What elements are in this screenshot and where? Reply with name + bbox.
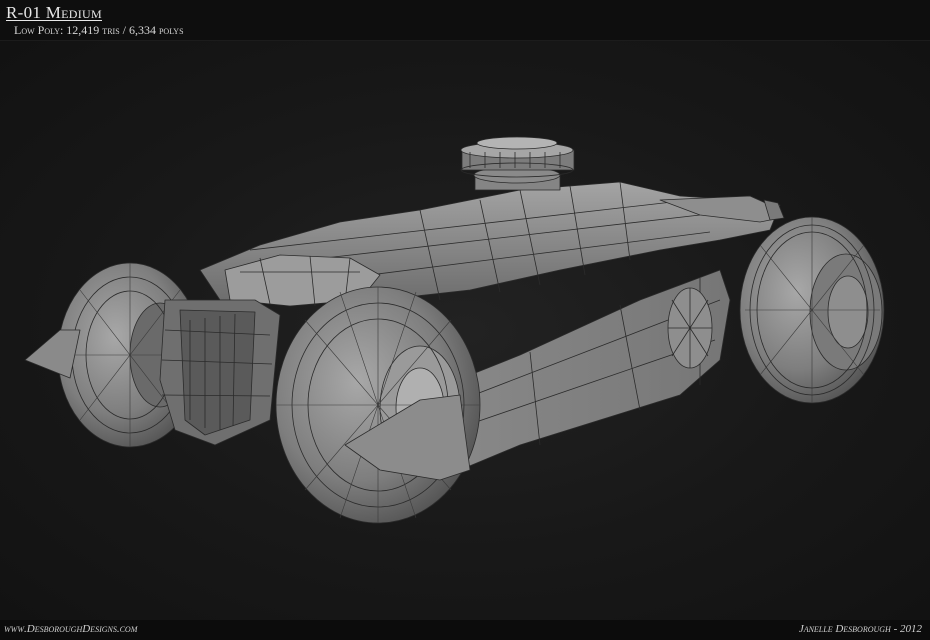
credit-label: Janelle Desborough - 2012 [798,623,922,635]
vehicle-wireframe-render [24,136,885,524]
rear-hub [667,287,713,369]
front-nose [24,329,81,379]
poly-count-label: Low Poly: 12,419 tris / 6,334 polys [14,23,184,37]
footer-bar: www.DesboroughDesigns.com Janelle Desbor… [0,620,930,640]
model-title: R-01 Medium [6,3,102,22]
website-label: www.DesboroughDesigns.com [4,623,138,635]
header-bar: R-01 Medium Low Poly: 12,419 tris / 6,33… [0,0,930,41]
turret [460,136,575,191]
rear-right-wheel [739,216,885,404]
render-viewport [0,41,930,620]
